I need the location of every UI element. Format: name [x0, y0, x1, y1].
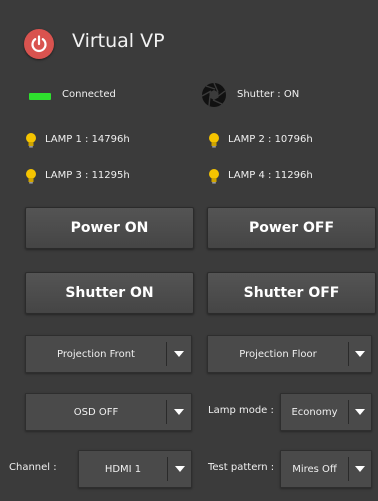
lightbulb-icon	[26, 133, 36, 148]
chevron-down-icon[interactable]	[174, 351, 184, 357]
shutter-on-button[interactable]: Shutter ON	[25, 272, 194, 314]
app-title: Virtual VP	[72, 30, 165, 52]
channel-label: Channel :	[9, 462, 57, 473]
lamp-mode-value: Economy	[291, 406, 338, 418]
osd-select[interactable]: OSD OFF	[25, 393, 192, 431]
app-window: Virtual VP Connected Shutter : ON LAMP 1…	[0, 0, 378, 501]
connection-led-icon	[29, 93, 51, 100]
channel-value: HDMI 1	[104, 463, 142, 475]
power-on-button[interactable]: Power ON	[25, 207, 194, 249]
shutter-off-button[interactable]: Shutter OFF	[207, 272, 376, 314]
projection-mode-select[interactable]: Projection Front	[25, 335, 192, 373]
chevron-down-icon[interactable]	[355, 409, 365, 415]
lamp-mode-label: Lamp mode :	[208, 405, 274, 416]
connection-status: Connected	[62, 89, 116, 100]
lamp-2-label: LAMP 2 : 10796h	[228, 134, 313, 145]
lamp-mode-select[interactable]: Economy	[280, 393, 372, 431]
aperture-icon	[201, 82, 226, 107]
power-icon[interactable]	[24, 29, 54, 59]
test-pattern-select[interactable]: Mires Off	[280, 450, 372, 488]
lamp-3-label: LAMP 3 : 11295h	[45, 170, 130, 181]
projection-mode-value: Projection Front	[57, 348, 135, 360]
chevron-down-icon[interactable]	[355, 351, 365, 357]
lightbulb-icon	[209, 133, 219, 148]
projection-orientation-value: Projection Floor	[239, 348, 317, 360]
chevron-down-icon[interactable]	[174, 409, 184, 415]
power-off-button[interactable]: Power OFF	[207, 207, 376, 249]
projection-orientation-select[interactable]: Projection Floor	[207, 335, 372, 373]
osd-value: OSD OFF	[73, 406, 119, 418]
shutter-status: Shutter : ON	[237, 89, 300, 100]
lamp-1-label: LAMP 1 : 14796h	[45, 134, 130, 145]
header: Virtual VP	[0, 0, 378, 86]
test-pattern-label: Test pattern :	[208, 462, 275, 473]
lamp-4-label: LAMP 4 : 11296h	[228, 170, 313, 181]
lightbulb-icon	[26, 169, 36, 184]
lightbulb-icon	[209, 169, 219, 184]
test-pattern-value: Mires Off	[292, 463, 337, 475]
chevron-down-icon[interactable]	[355, 466, 365, 472]
chevron-down-icon[interactable]	[175, 466, 185, 472]
channel-select[interactable]: HDMI 1	[78, 450, 192, 488]
